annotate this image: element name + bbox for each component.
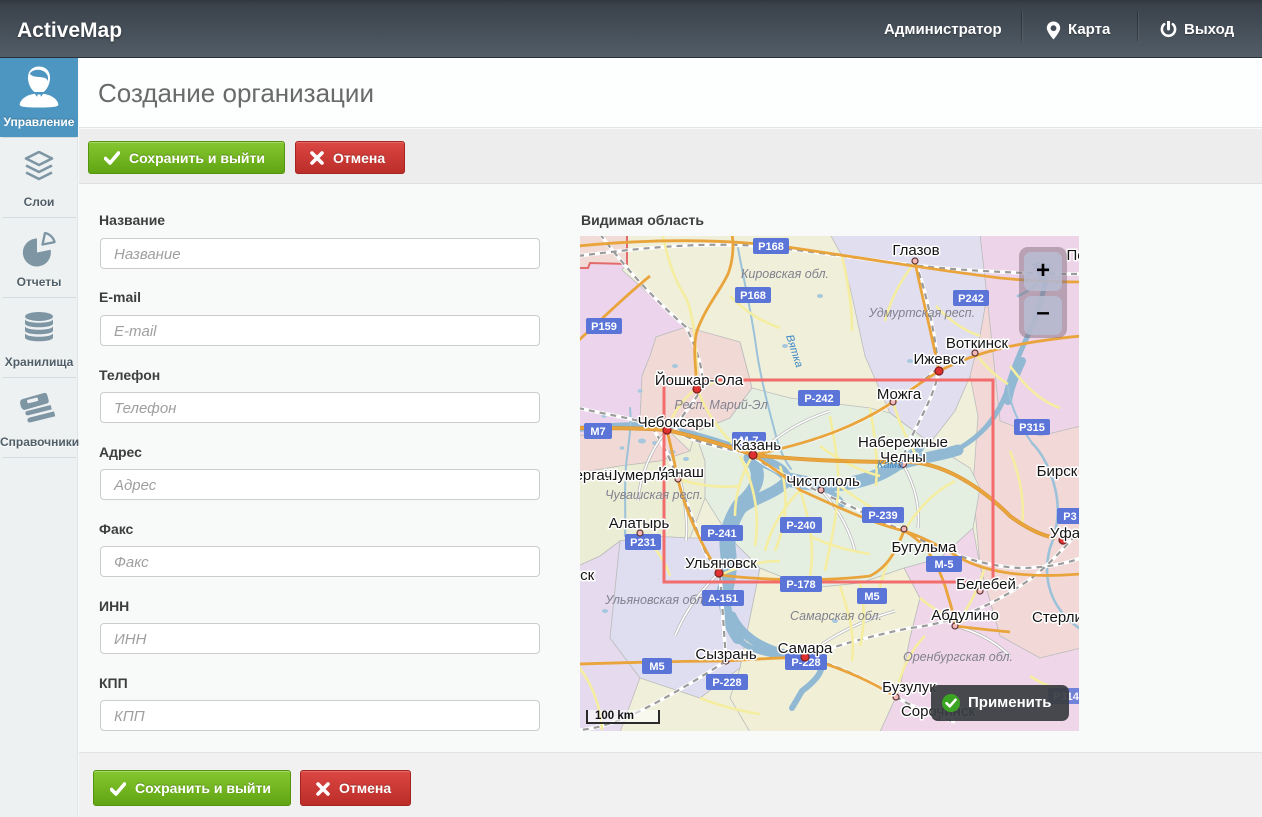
svg-text:Р-239: Р-239 <box>868 510 897 522</box>
svg-text:Сызрань: Сызрань <box>695 646 756 663</box>
svg-text:Йошкар-Ола: Йошкар-Ола <box>655 371 744 389</box>
svg-text:Уфа: Уфа <box>1050 525 1079 542</box>
svg-text:P159: P159 <box>591 321 617 333</box>
svg-text:М5: М5 <box>864 591 879 603</box>
svg-text:P242: P242 <box>958 293 984 305</box>
svg-text:Сергач: Сергач <box>580 467 612 484</box>
svg-text:Глазов: Глазов <box>892 242 939 259</box>
svg-text:Р-178: Р-178 <box>786 579 815 591</box>
svg-text:Ульяновск: Ульяновск <box>685 555 757 572</box>
svg-text:Бузулук: Бузулук <box>882 679 936 696</box>
svg-text:М7: М7 <box>590 426 605 438</box>
svg-text:Ульяновская обл.: Ульяновская обл. <box>604 593 706 607</box>
svg-text:Респ. Марий-Эл: Респ. Марий-Эл <box>674 398 767 412</box>
svg-text:Самарская обл.: Самарская обл. <box>790 609 882 623</box>
svg-text:Кировская обл.: Кировская обл. <box>741 267 829 281</box>
svg-text:Кама: Кама <box>877 459 903 471</box>
svg-text:Самара: Самара <box>778 640 833 657</box>
svg-text:P3: P3 <box>1063 511 1076 523</box>
svg-text:Пе: Пе <box>1066 247 1079 264</box>
svg-text:P315: P315 <box>1019 422 1045 434</box>
svg-text:Белебей: Белебей <box>956 576 1016 593</box>
svg-text:Ижевск: Ижевск <box>913 351 964 368</box>
svg-text:Воткинск: Воткинск <box>946 335 1009 352</box>
svg-text:Можга: Можга <box>877 386 922 403</box>
svg-text:Шумерля: Шумерля <box>604 467 668 484</box>
svg-text:P231: P231 <box>630 537 656 549</box>
svg-text:P168: P168 <box>740 290 766 302</box>
svg-text:Р-228: Р-228 <box>712 677 741 689</box>
svg-text:Чебоксары: Чебоксары <box>638 414 715 431</box>
svg-text:Р-241: Р-241 <box>707 528 736 540</box>
svg-text:А-151: А-151 <box>708 593 738 605</box>
svg-text:Бирск: Бирск <box>1037 463 1078 480</box>
svg-text:Казань: Казань <box>733 437 781 454</box>
svg-text:М5: М5 <box>649 661 664 673</box>
svg-text:Р-242: Р-242 <box>804 393 833 405</box>
svg-text:Чувашская респ.: Чувашская респ. <box>605 488 703 502</box>
svg-text:Бугульма: Бугульма <box>892 539 958 556</box>
svg-text:Чистополь: Чистополь <box>786 473 860 490</box>
svg-text:P168: P168 <box>758 241 784 253</box>
svg-text:нск: нск <box>580 567 595 584</box>
svg-text:М-5: М-5 <box>935 559 954 571</box>
svg-text:Удмуртская респ.: Удмуртская респ. <box>868 306 975 320</box>
svg-text:Абдулино: Абдулино <box>931 607 999 624</box>
svg-text:Алатырь: Алатырь <box>609 515 670 532</box>
svg-text:Оренбургская обл.: Оренбургская обл. <box>903 650 1013 664</box>
svg-text:Стерлитамак: Стерлитамак <box>1032 609 1079 626</box>
svg-text:Р-240: Р-240 <box>786 520 815 532</box>
